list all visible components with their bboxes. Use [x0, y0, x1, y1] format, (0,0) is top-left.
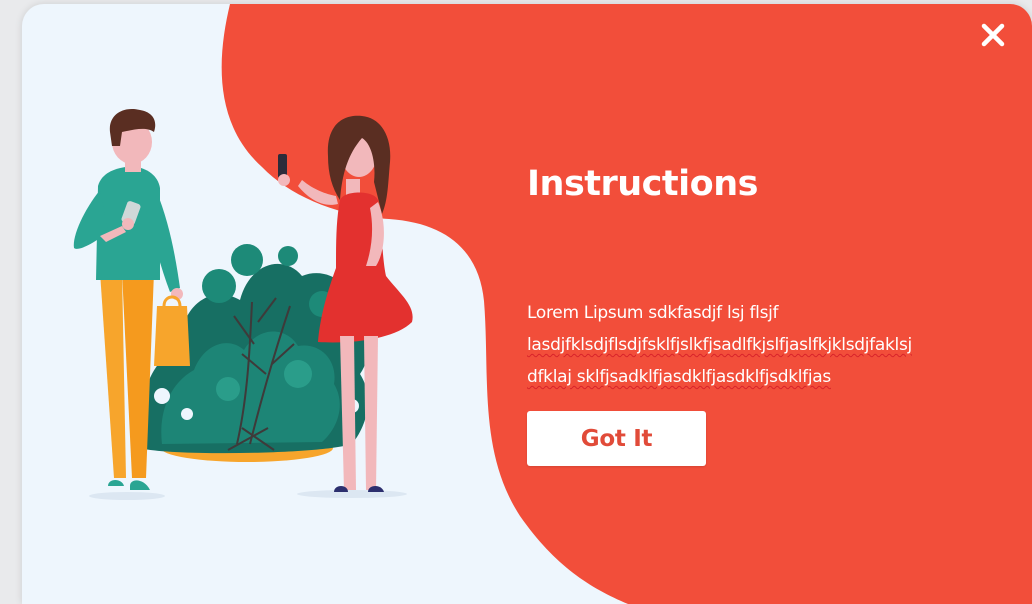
two-people-shopping-illustration [73, 108, 413, 500]
close-button[interactable] [975, 17, 1011, 53]
got-it-button[interactable]: Got It [527, 411, 706, 466]
spellcheck-underlined-text: lasdjfklsdjflsdjfsklfjslkfjsadlfkjslfjas… [527, 335, 912, 355]
message-line: dfklaj sklfjsadklfjasdklfjasdklfjsdklfja… [527, 361, 987, 393]
message-line: Lorem Lipsum sdkfasdjf lsj flsjf [527, 303, 779, 323]
dialog-message: Lorem Lipsum sdkfasdjf lsj flsjf lasdjfk… [527, 297, 987, 393]
spellcheck-underlined-text: dfklaj sklfjsadklfjasdklfjasdklfjsdklfja… [527, 367, 831, 387]
close-icon [981, 23, 1005, 47]
instructions-modal: Instructions Lorem Lipsum sdkfasdjf lsj … [22, 4, 1032, 604]
message-line: lasdjfklsdjflsdjfsklfjslkfjsadlfkjslfjas… [527, 329, 987, 361]
dialog-title: Instructions [527, 164, 758, 204]
